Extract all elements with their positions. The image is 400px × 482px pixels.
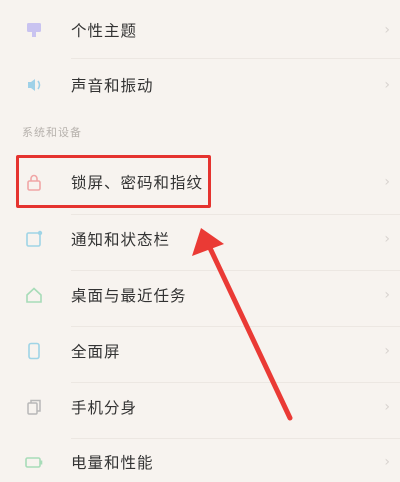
chevron-right-icon: › [384, 22, 390, 38]
settings-item-label: 电量和性能 [71, 454, 154, 472]
settings-item-notifications[interactable]: 通知和状态栏 › [0, 219, 400, 259]
sound-icon [22, 73, 46, 97]
fullscreen-icon [22, 339, 46, 363]
home-icon [22, 283, 46, 307]
section-title: 系统和设备 [22, 126, 82, 139]
settings-item-label: 声音和振动 [71, 77, 154, 95]
settings-item-clone[interactable]: 手机分身 › [0, 387, 400, 427]
chevron-right-icon: › [384, 454, 390, 470]
settings-item-battery[interactable]: 电量和性能 › [0, 442, 400, 482]
divider [71, 214, 400, 215]
divider [71, 438, 400, 439]
settings-item-label: 全面屏 [71, 343, 121, 361]
divider [71, 382, 400, 383]
chevron-right-icon: › [384, 174, 390, 190]
divider [71, 58, 400, 59]
chevron-right-icon: › [384, 231, 390, 247]
settings-item-label: 手机分身 [71, 399, 138, 417]
settings-item-label: 通知和状态栏 [71, 231, 171, 249]
chevron-right-icon: › [384, 343, 390, 359]
divider [71, 326, 400, 327]
theme-icon [22, 18, 46, 42]
highlight-box [16, 155, 211, 208]
chevron-right-icon: › [384, 77, 390, 93]
chevron-right-icon: › [384, 399, 390, 415]
chevron-right-icon: › [384, 287, 390, 303]
clone-icon [22, 395, 46, 419]
settings-item-sound[interactable]: 声音和振动 › [0, 65, 400, 105]
battery-icon [22, 450, 46, 474]
settings-item-theme[interactable]: 个性主题 › [0, 10, 400, 50]
settings-item-fullscreen[interactable]: 全面屏 › [0, 331, 400, 371]
settings-item-label: 桌面与最近任务 [71, 287, 187, 305]
settings-item-label: 个性主题 [71, 22, 138, 40]
settings-item-desktop[interactable]: 桌面与最近任务 › [0, 275, 400, 315]
divider [71, 270, 400, 271]
notification-icon [22, 227, 46, 251]
